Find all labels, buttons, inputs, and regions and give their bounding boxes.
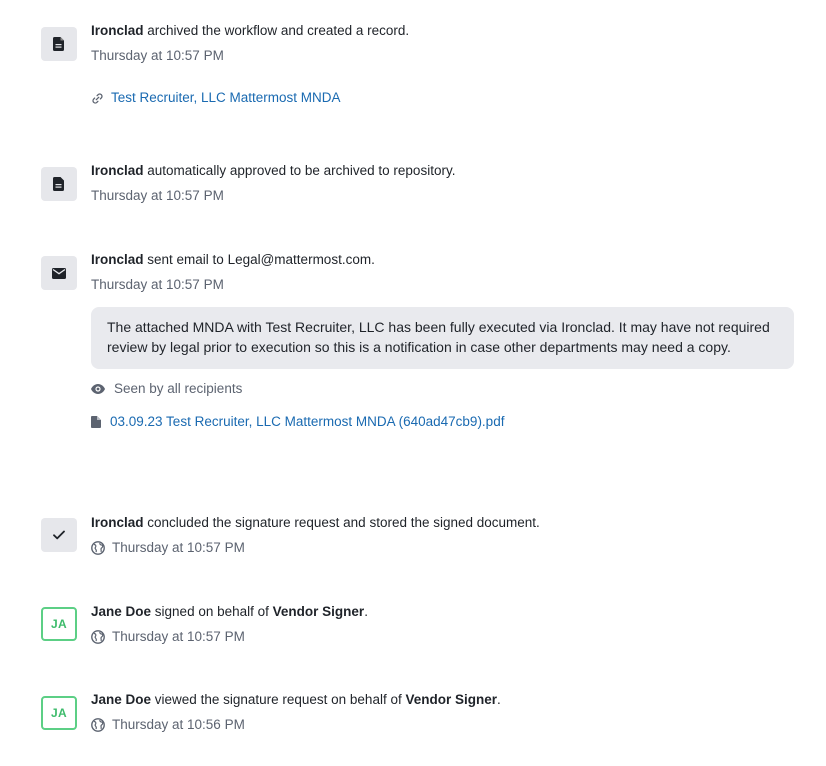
seen-status: Seen by all recipients bbox=[91, 380, 794, 398]
file-icon bbox=[91, 416, 101, 428]
event-timestamp: Thursday at 10:57 PM bbox=[91, 276, 794, 294]
sentence-suffix: . bbox=[497, 692, 501, 707]
envelope-icon bbox=[41, 256, 77, 290]
event-action: signed on behalf of bbox=[154, 604, 269, 619]
event-description: Ironclad archived the workflow and creat… bbox=[91, 22, 794, 40]
record-link-row: Test Recruiter, LLC Mattermost MNDA bbox=[91, 89, 794, 107]
globe-icon bbox=[91, 541, 105, 555]
user-avatar: JA bbox=[41, 607, 77, 641]
seen-label: Seen by all recipients bbox=[114, 381, 243, 396]
sentence-suffix: . bbox=[364, 604, 368, 619]
event-timestamp: Thursday at 10:57 PM bbox=[91, 539, 794, 557]
event-description: Jane Doe viewed the signature request on… bbox=[91, 691, 794, 709]
event-timestamp: Thursday at 10:57 PM bbox=[91, 187, 794, 205]
timestamp-text: Thursday at 10:56 PM bbox=[112, 717, 245, 732]
timestamp-text: Thursday at 10:57 PM bbox=[112, 540, 245, 555]
event-action: automatically approved to be archived to… bbox=[147, 163, 456, 178]
event-description: Ironclad automatically approved to be ar… bbox=[91, 162, 794, 180]
event-action: viewed the signature request on behalf o… bbox=[154, 692, 402, 707]
timestamp-text: Thursday at 10:57 PM bbox=[91, 188, 224, 203]
event-timestamp: Thursday at 10:56 PM bbox=[91, 716, 794, 734]
event-description: Ironclad sent email to Legal@mattermost.… bbox=[91, 251, 794, 269]
actor-name: Ironclad bbox=[91, 515, 144, 530]
document-icon bbox=[41, 167, 77, 201]
timestamp-text: Thursday at 10:57 PM bbox=[91, 277, 224, 292]
event-description: Ironclad concluded the signature request… bbox=[91, 514, 794, 532]
role-name: Vendor Signer bbox=[405, 692, 498, 707]
actor-name: Jane Doe bbox=[91, 692, 152, 707]
globe-icon bbox=[91, 630, 105, 644]
actor-name: Ironclad bbox=[91, 252, 144, 267]
event-timestamp: Thursday at 10:57 PM bbox=[91, 628, 794, 646]
attachment-row: 03.09.23 Test Recruiter, LLC Mattermost … bbox=[91, 413, 794, 431]
checkmark-icon bbox=[41, 518, 77, 552]
eye-icon bbox=[91, 384, 105, 394]
actor-name: Jane Doe bbox=[91, 604, 152, 619]
actor-name: Ironclad bbox=[91, 163, 144, 178]
event-action: sent email to Legal@mattermost.com. bbox=[147, 252, 375, 267]
event-timestamp: Thursday at 10:57 PM bbox=[91, 47, 794, 65]
record-link[interactable]: Test Recruiter, LLC Mattermost MNDA bbox=[111, 89, 341, 107]
document-icon bbox=[41, 27, 77, 61]
attachment-link[interactable]: 03.09.23 Test Recruiter, LLC Mattermost … bbox=[110, 413, 504, 431]
actor-name: Ironclad bbox=[91, 23, 144, 38]
link-icon bbox=[91, 92, 104, 105]
email-body: The attached MNDA with Test Recruiter, L… bbox=[91, 307, 794, 369]
event-action: concluded the signature request and stor… bbox=[147, 515, 540, 530]
event-action: archived the workflow and created a reco… bbox=[147, 23, 410, 38]
role-name: Vendor Signer bbox=[272, 604, 365, 619]
globe-icon bbox=[91, 718, 105, 732]
user-avatar: JA bbox=[41, 696, 77, 730]
timestamp-text: Thursday at 10:57 PM bbox=[91, 48, 224, 63]
activity-feed: Ironclad archived the workflow and creat… bbox=[0, 0, 826, 766]
timestamp-text: Thursday at 10:57 PM bbox=[112, 629, 245, 644]
event-description: Jane Doe signed on behalf of Vendor Sign… bbox=[91, 603, 794, 621]
